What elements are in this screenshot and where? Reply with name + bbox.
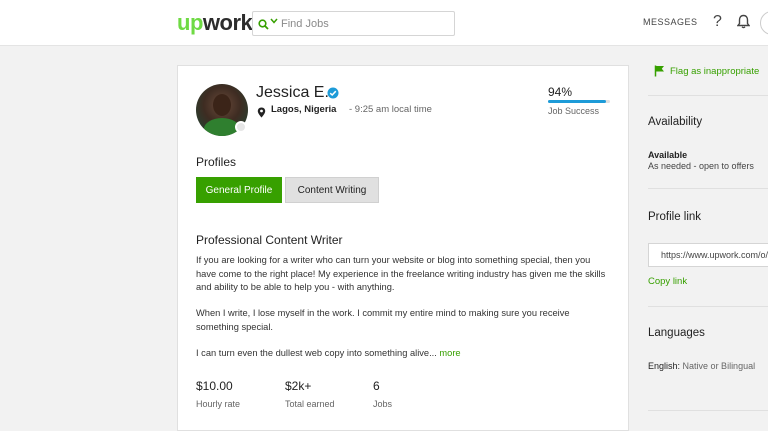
search-input[interactable] <box>281 15 449 32</box>
top-navigation-bar: upwork MESSAGES ? <box>0 0 768 46</box>
freelancer-name: Jessica E. <box>256 84 329 101</box>
job-success-label: Job Success <box>548 106 600 116</box>
logo-up-text: up <box>177 10 203 35</box>
profile-link-heading: Profile link <box>648 211 702 223</box>
verified-badge-icon <box>327 86 339 104</box>
job-success-bar <box>548 100 610 103</box>
flag-icon[interactable] <box>654 64 665 82</box>
language-name: English: <box>648 361 681 371</box>
location-pin-icon <box>257 105 266 123</box>
messages-link[interactable]: MESSAGES <box>643 17 698 27</box>
copy-link-button[interactable]: Copy link <box>648 276 687 287</box>
hourly-rate-value: $10.00 <box>196 379 233 393</box>
total-earned-value: $2k+ <box>285 379 312 393</box>
hourly-rate-label: Hourly rate <box>196 399 241 409</box>
language-entry: English: Native or Bilingual <box>648 361 755 371</box>
help-icon[interactable]: ? <box>713 13 722 31</box>
job-success-percent: 94% <box>548 85 573 99</box>
online-status-dot <box>235 121 247 133</box>
sidebar-divider <box>648 188 768 189</box>
location-text: Lagos, Nigeria <box>271 104 337 115</box>
profile-card: Jessica E. Lagos, Nigeria - 9:25 am loca… <box>177 65 629 431</box>
overview-paragraph-2: When I write, I lose myself in the work.… <box>196 308 570 332</box>
more-link[interactable]: more <box>439 348 460 358</box>
tab-content-writing[interactable]: Content Writing <box>285 177 379 203</box>
photo-face <box>213 94 231 116</box>
sidebar-divider <box>648 95 768 96</box>
right-sidebar: Flag as inappropriate Availability Avail… <box>648 46 768 431</box>
flag-inappropriate-link[interactable]: Flag as inappropriate <box>670 66 759 77</box>
bell-icon[interactable] <box>736 14 751 34</box>
search-box <box>252 11 455 36</box>
sidebar-divider <box>648 410 768 411</box>
sidebar-divider <box>648 306 768 307</box>
overview-paragraph-3-text: I can turn even the dullest web copy int… <box>196 348 437 358</box>
overview-paragraph-3: I can turn even the dullest web copy int… <box>196 347 608 361</box>
search-icon[interactable] <box>258 17 269 35</box>
user-avatar-button[interactable] <box>760 11 768 35</box>
overview-paragraph-1: If you are looking for a writer who can … <box>196 255 606 292</box>
profiles-heading: Profiles <box>196 155 237 169</box>
profile-title: Professional Content Writer <box>196 233 343 247</box>
language-level: Native or Bilingual <box>682 361 756 371</box>
profile-link-field[interactable]: https://www.upwork.com/o/profiles/users/ <box>648 243 768 267</box>
logo-work-text: work <box>202 10 253 35</box>
chevron-down-icon[interactable] <box>270 17 278 28</box>
jobs-label: Jobs <box>373 399 393 409</box>
tab-general-profile[interactable]: General Profile <box>196 177 282 203</box>
jobs-value: 6 <box>373 379 380 393</box>
job-success-bar-fill <box>548 100 607 103</box>
upwork-logo[interactable]: upwork <box>177 10 253 36</box>
availability-heading: Availability <box>648 116 703 128</box>
local-time-text: - 9:25 am local time <box>349 104 432 115</box>
availability-detail: As needed - open to offers <box>648 161 754 171</box>
languages-heading: Languages <box>648 327 705 339</box>
availability-status: Available <box>648 150 688 160</box>
total-earned-label: Total earned <box>285 399 335 409</box>
